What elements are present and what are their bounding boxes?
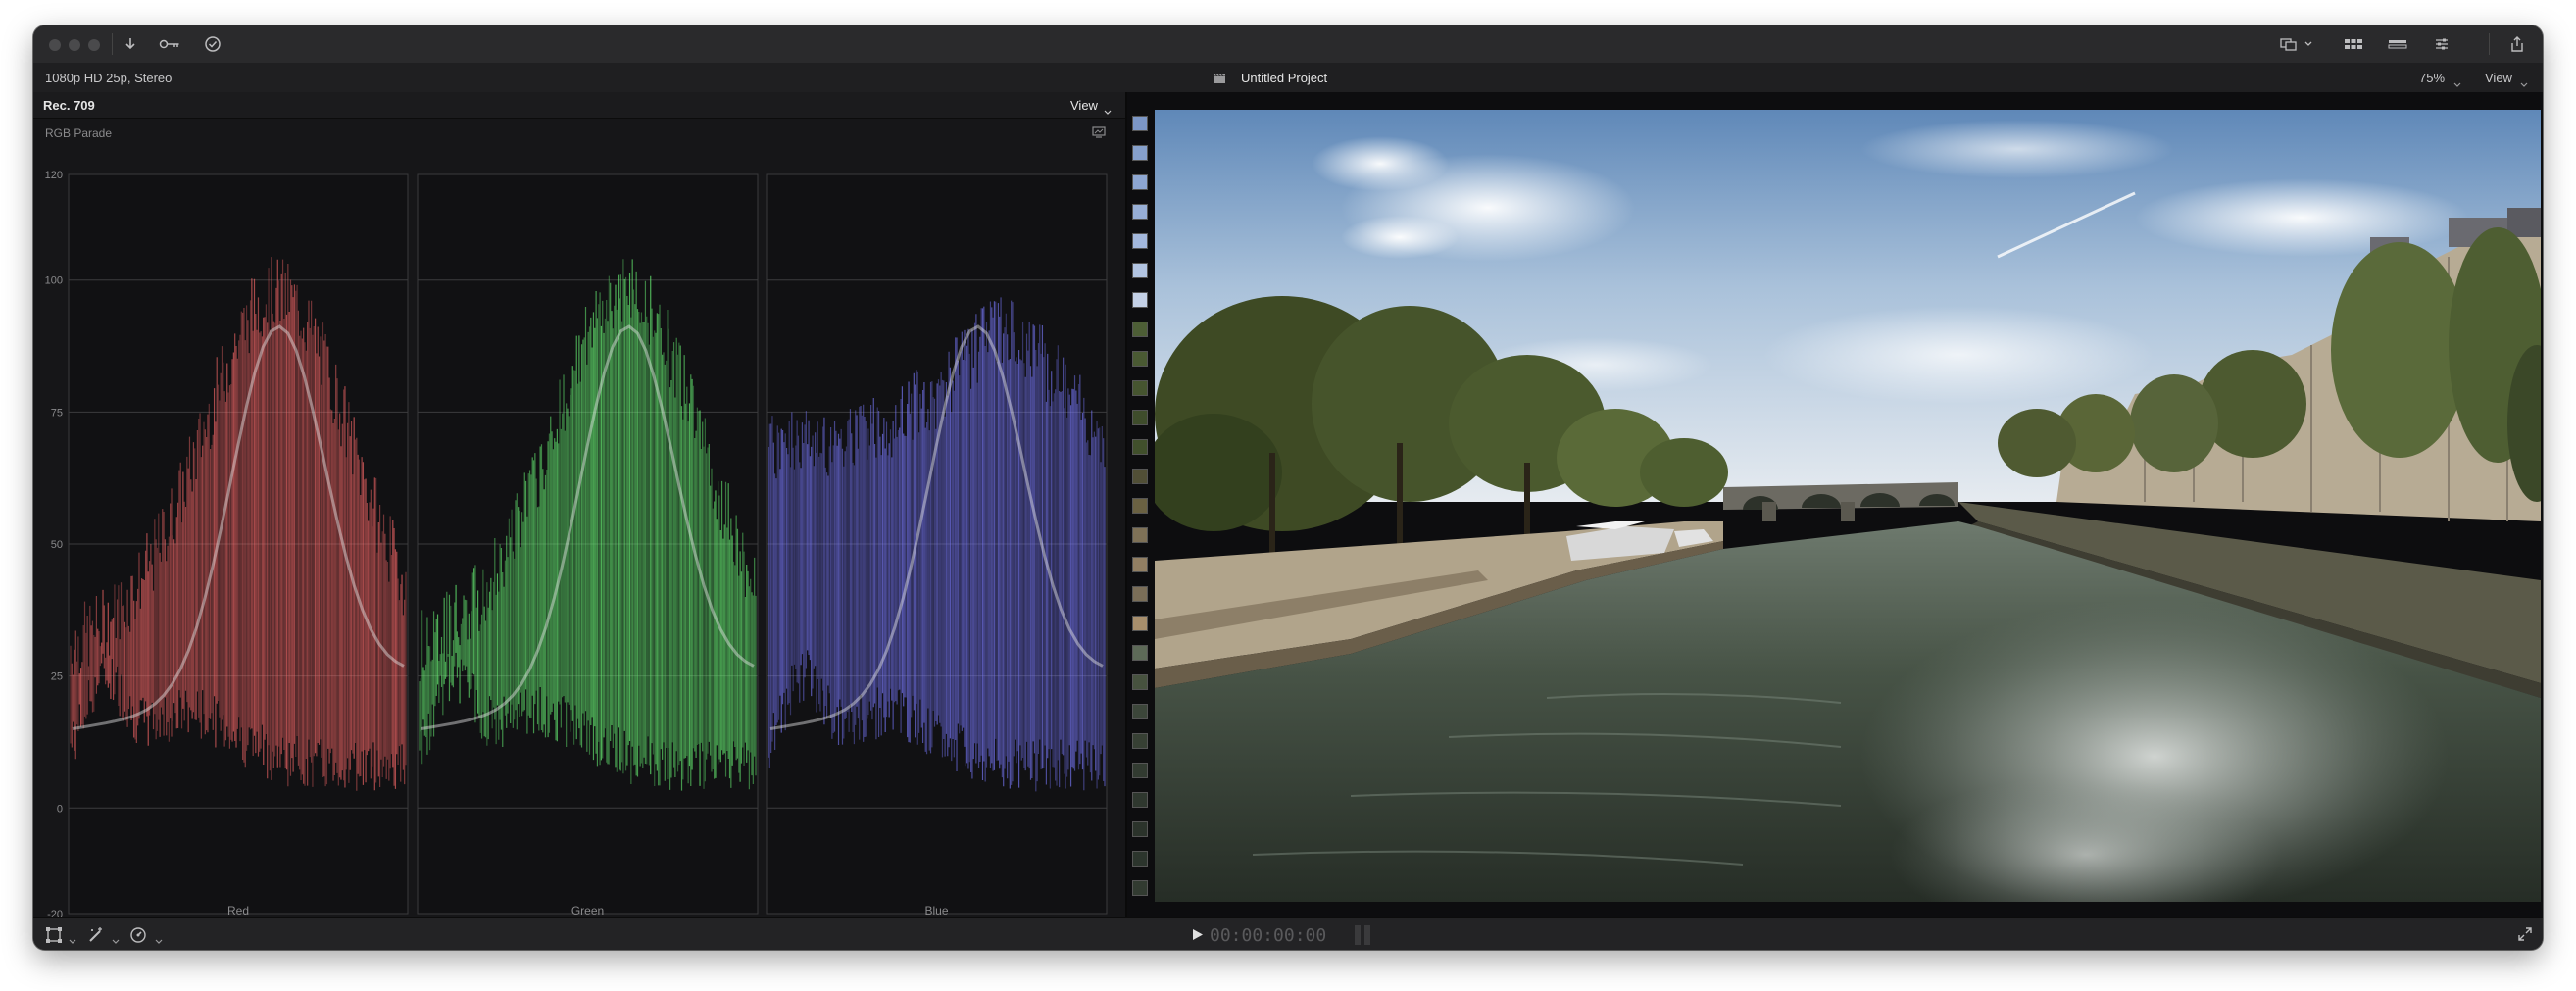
viewer-view-menu[interactable]: View (2485, 71, 2512, 85)
transform-icon (46, 927, 62, 943)
transform-button[interactable] (45, 926, 63, 949)
scale-tick-label: 75 (51, 407, 63, 419)
titlebar (33, 25, 2543, 64)
color-swatch (1132, 704, 1148, 719)
play-button[interactable] (1192, 928, 1204, 946)
share-button[interactable] (2501, 31, 2534, 57)
retime-button[interactable] (129, 926, 147, 949)
color-swatch (1132, 469, 1148, 484)
color-swatch (1132, 204, 1148, 220)
channel-panel-red: Red (68, 173, 409, 917)
color-swatch-strip (1127, 110, 1155, 902)
minimize-window-button[interactable] (69, 39, 80, 51)
keyword-icon (159, 39, 179, 49)
project-format: 1080p HD 25p, Stereo (45, 71, 173, 85)
color-swatch (1132, 263, 1148, 278)
color-swatch (1132, 410, 1148, 425)
color-swatch (1132, 557, 1148, 572)
adjust-icon (2436, 38, 2448, 50)
scale-tick-label: -20 (47, 909, 63, 917)
color-swatch (1132, 645, 1148, 661)
background-tasks-icon (205, 36, 221, 52)
inspector-toggle-button[interactable] (2273, 31, 2322, 57)
color-swatch (1132, 498, 1148, 514)
channel-label: Red (227, 904, 249, 917)
color-swatch (1132, 233, 1148, 249)
timeline-layout-button[interactable] (2381, 31, 2414, 57)
audio-meter-left (1355, 925, 1361, 945)
video-frame-image (1155, 110, 2541, 902)
chevron-down-icon[interactable] (69, 932, 76, 950)
chevron-down-icon[interactable] (112, 932, 120, 950)
color-swatch (1132, 380, 1148, 396)
chevron-down-icon (2520, 75, 2528, 93)
channel-panel-blue: Blue (766, 173, 1108, 917)
color-swatch (1132, 145, 1148, 161)
scale-tick-label: 0 (57, 803, 63, 815)
clapper-icon (1213, 72, 1226, 89)
color-swatch (1132, 116, 1148, 131)
color-swatch (1132, 527, 1148, 543)
project-name: Untitled Project (1241, 71, 1328, 85)
browser-layout-icon (2345, 39, 2362, 49)
color-swatch (1132, 674, 1148, 690)
video-scope-panel: RGB Parade 120 100 75 50 25 0 -20 Red Green Blue (33, 119, 1125, 917)
rgb-parade-graph: 120 100 75 50 25 0 -20 Red Green Blue (45, 170, 1108, 917)
channel-label: Blue (924, 904, 948, 917)
scale-tick-label: 25 (51, 671, 63, 683)
keyword-button[interactable] (153, 31, 186, 57)
adjust-button[interactable] (2425, 31, 2458, 57)
import-icon (125, 38, 135, 50)
enhance-button[interactable] (87, 926, 105, 949)
timecode-display[interactable]: 00:00:00:00 (1210, 925, 1326, 946)
scale-tick-label: 100 (45, 275, 63, 287)
color-swatch (1132, 322, 1148, 337)
app-window: 1080p HD 25p, Stereo Untitled Project 75… (33, 25, 2543, 950)
color-swatch (1132, 733, 1148, 749)
fullscreen-icon (2518, 927, 2532, 941)
toolbar-separator (2489, 33, 2490, 55)
color-swatch (1132, 792, 1148, 808)
color-swatch (1132, 880, 1148, 896)
zoom-level-menu[interactable]: 75% (2419, 71, 2445, 85)
retime-icon (130, 927, 146, 943)
audio-meter-right (1364, 925, 1370, 945)
scope-header: Rec. 709 View (33, 92, 1125, 119)
color-swatch (1132, 821, 1148, 837)
color-swatch (1132, 616, 1148, 631)
play-icon (1193, 929, 1203, 940)
channel-panel-green: Green (417, 173, 759, 917)
chevron-down-icon (2453, 75, 2461, 93)
close-window-button[interactable] (49, 39, 61, 51)
inspector-toggle-icon (2280, 38, 2312, 51)
color-swatch (1132, 174, 1148, 190)
scale-tick-label: 50 (51, 539, 63, 551)
scope-view-menu[interactable]: View (1070, 98, 1098, 113)
color-swatch (1132, 439, 1148, 455)
color-space-label: Rec. 709 (43, 98, 95, 113)
color-swatch (1132, 586, 1148, 602)
color-swatch (1132, 292, 1148, 308)
timeline-layout-icon (2388, 40, 2407, 49)
color-swatch (1132, 763, 1148, 778)
browser-layout-button[interactable] (2337, 31, 2370, 57)
share-icon (2511, 36, 2523, 52)
import-button[interactable] (114, 31, 147, 57)
video-frame (1155, 110, 2541, 902)
color-swatch (1132, 851, 1148, 867)
color-swatch (1132, 351, 1148, 367)
channel-label: Green (571, 904, 604, 917)
fullscreen-button[interactable] (2518, 927, 2532, 946)
toolbar-separator (112, 33, 113, 55)
viewer-info-bar: 1080p HD 25p, Stereo Untitled Project 75… (33, 63, 2543, 93)
viewer-bottom-bar: 00:00:00:00 (33, 917, 2543, 950)
zoom-window-button[interactable] (88, 39, 100, 51)
scale-tick-label: 120 (45, 170, 63, 181)
background-tasks-button[interactable] (196, 31, 229, 57)
chevron-down-icon[interactable] (155, 932, 163, 950)
enhance-icon (89, 927, 102, 942)
